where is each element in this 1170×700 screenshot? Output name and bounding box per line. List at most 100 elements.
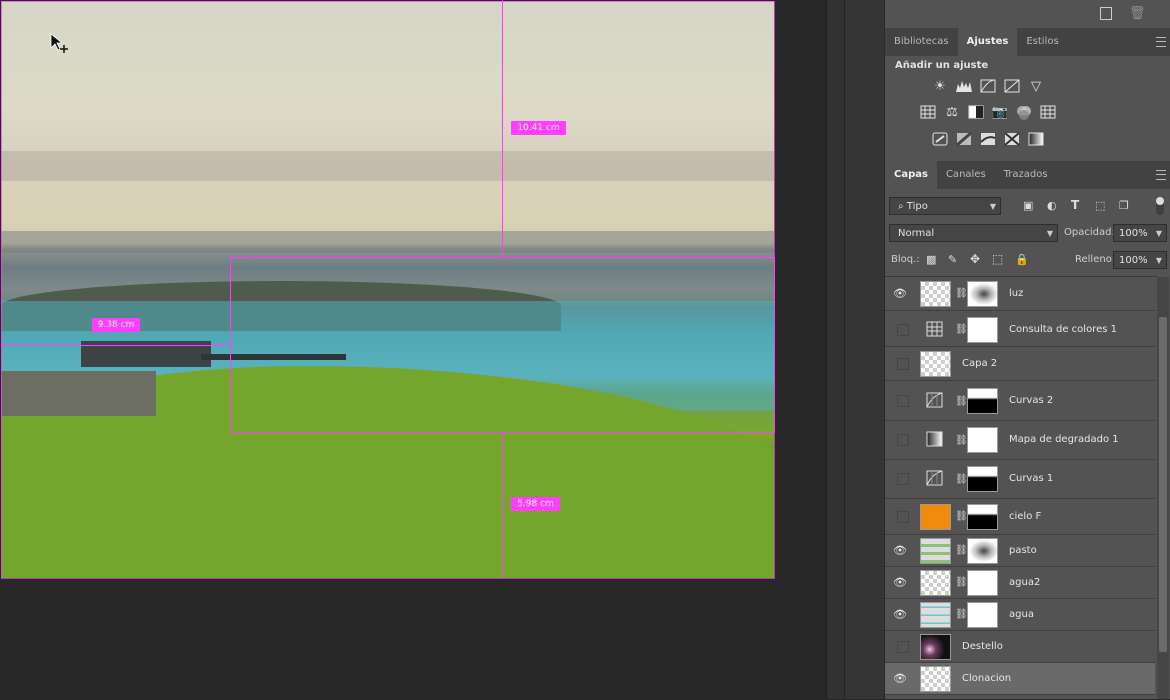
invert-icon[interactable] (931, 132, 949, 148)
layer-row[interactable]: ⛓ Curvas 1 (885, 460, 1155, 499)
document-canvas[interactable]: 10.41 cm 9.38 cm 5.98 cm (0, 0, 826, 699)
link-icon[interactable]: ⛓ (955, 323, 968, 336)
layer-name[interactable]: cielo F (1009, 499, 1041, 534)
layer-row[interactable]: ⛓ Mapa de degradado 1 (885, 421, 1155, 460)
layer-row[interactable]: 👁 ⛓ agua2 (885, 567, 1155, 599)
canvas-scroll-track[interactable] (826, 0, 845, 699)
tab-canales[interactable]: Canales (937, 161, 995, 189)
filter-shape-icon[interactable]: ⬚ (1095, 199, 1105, 212)
layers-scrollbar[interactable] (1157, 277, 1169, 699)
tab-capas[interactable]: Capas (885, 161, 937, 189)
layer-name[interactable]: Curvas 1 (1009, 460, 1053, 498)
link-icon[interactable]: ⛓ (955, 544, 968, 557)
eye-icon[interactable]: 👁 (893, 672, 909, 685)
link-icon[interactable]: ⛓ (955, 473, 968, 486)
layer-row[interactable]: 👁 ⛓ agua (885, 599, 1155, 631)
lock-image-icon[interactable]: ✎ (948, 253, 957, 266)
eye-icon[interactable]: 👁 (893, 576, 909, 589)
visibility-toggle[interactable] (897, 473, 909, 485)
threshold-icon[interactable] (979, 132, 997, 148)
layer-name[interactable]: agua2 (1009, 567, 1040, 598)
layer-row[interactable]: 👁 Clonacion (885, 663, 1155, 695)
layer-thumbnail (920, 601, 951, 628)
panel-menu-icon[interactable] (1156, 37, 1166, 47)
lock-all-icon[interactable]: 🔒 (1015, 253, 1029, 266)
eye-icon[interactable]: 👁 (893, 608, 909, 621)
layer-name[interactable]: pasto (1009, 535, 1037, 566)
tab-bibliotecas[interactable]: Bibliotecas (885, 28, 958, 56)
selective-color-icon[interactable] (1003, 132, 1021, 148)
layer-row[interactable]: Capa 2 (885, 347, 1155, 381)
color-balance-icon[interactable]: ⚖ (943, 105, 961, 121)
layer-mask-thumbnail[interactable] (967, 503, 998, 530)
blend-mode-dropdown[interactable]: Normal ▼ (889, 224, 1058, 242)
layer-name[interactable]: Destello (962, 631, 1003, 662)
link-icon[interactable]: ⛓ (955, 287, 968, 300)
filter-smart-object-icon[interactable]: ❐ (1119, 199, 1129, 212)
layer-mask-thumbnail[interactable] (967, 601, 998, 628)
tab-trazados[interactable]: Trazados (995, 161, 1057, 189)
layers-scroll-thumb[interactable] (1159, 317, 1167, 652)
exposure-icon[interactable] (1003, 79, 1021, 95)
filter-type-icon[interactable]: T (1071, 198, 1079, 212)
layer-row[interactable]: ⛓ Curvas 2 (885, 382, 1155, 421)
link-icon[interactable]: ⛓ (955, 434, 968, 447)
layer-name[interactable]: luz (1009, 277, 1023, 310)
layer-mask-thumbnail[interactable] (967, 388, 998, 414)
layer-row[interactable]: ⛓ Consulta de colores 1 (885, 313, 1155, 347)
black-white-icon[interactable] (967, 105, 985, 121)
color-lookup-icon[interactable] (1039, 105, 1057, 121)
eye-icon[interactable]: 👁 (893, 287, 909, 300)
visibility-toggle[interactable] (897, 357, 909, 370)
channel-mixer-icon[interactable] (1015, 105, 1033, 121)
hue-saturation-icon[interactable] (919, 105, 937, 121)
link-icon[interactable]: ⛓ (955, 608, 968, 621)
levels-icon[interactable] (955, 79, 973, 95)
photo-filter-icon[interactable]: 📷 (991, 105, 1009, 121)
layer-name[interactable]: Mapa de degradado 1 (1009, 421, 1119, 459)
tab-ajustes[interactable]: Ajustes (957, 28, 1018, 56)
visibility-toggle[interactable] (897, 323, 909, 336)
layers-menu-icon[interactable] (1156, 170, 1166, 180)
layer-name[interactable]: agua (1009, 599, 1034, 630)
trash-icon[interactable]: 🗑 (1129, 6, 1146, 21)
visibility-toggle[interactable] (897, 510, 909, 523)
curves-icon[interactable] (979, 79, 997, 95)
layer-name[interactable]: Capa 2 (962, 347, 997, 380)
layer-mask-thumbnail[interactable] (967, 569, 998, 596)
layer-mask-thumbnail[interactable] (967, 537, 998, 564)
layer-name[interactable]: Clonacion (962, 663, 1011, 694)
posterize-icon[interactable] (955, 131, 973, 148)
link-icon[interactable]: ⛓ (955, 510, 968, 523)
eye-icon[interactable]: 👁 (893, 544, 909, 557)
tab-estilos[interactable]: Estilos (1017, 28, 1067, 56)
filter-toggle[interactable] (1156, 197, 1164, 215)
opacity-input[interactable]: 100% ▼ (1113, 224, 1167, 242)
layer-mask-thumbnail[interactable] (967, 316, 998, 343)
lock-artboard-icon[interactable]: ⬚ (992, 252, 1003, 266)
visibility-toggle[interactable] (897, 640, 909, 653)
layer-row[interactable]: Destello (885, 631, 1155, 663)
brightness-icon[interactable]: ☀ (931, 79, 949, 95)
new-layer-icon[interactable] (1100, 7, 1112, 20)
layer-row[interactable]: ⛓ cielo F (885, 499, 1155, 535)
layer-name[interactable]: Curvas 2 (1009, 382, 1053, 420)
filter-pixel-icon[interactable]: ▣ (1023, 199, 1033, 212)
layer-mask-thumbnail[interactable] (967, 427, 998, 453)
lock-position-icon[interactable]: ✥ (970, 252, 980, 266)
fill-input[interactable]: 100% ▼ (1113, 251, 1167, 269)
layer-row[interactable]: 👁 ⛓ pasto (885, 535, 1155, 567)
layer-mask-thumbnail[interactable] (967, 280, 998, 307)
link-icon[interactable]: ⛓ (955, 395, 968, 408)
layer-mask-thumbnail[interactable] (967, 466, 998, 492)
layer-filter-dropdown[interactable]: ⌕ Tipo ▼ (889, 197, 1001, 215)
lock-transparent-icon[interactable]: ▩ (926, 253, 936, 266)
layer-name[interactable]: Consulta de colores 1 (1009, 313, 1117, 346)
gradient-map-icon[interactable] (1027, 132, 1045, 148)
vibrance-icon[interactable]: ▽ (1027, 79, 1045, 95)
visibility-toggle[interactable] (897, 395, 909, 407)
layer-row[interactable]: 👁 ⛓ luz (885, 277, 1155, 311)
link-icon[interactable]: ⛓ (955, 576, 968, 589)
filter-adjustment-icon[interactable]: ◐ (1047, 199, 1057, 212)
visibility-toggle[interactable] (897, 434, 909, 446)
